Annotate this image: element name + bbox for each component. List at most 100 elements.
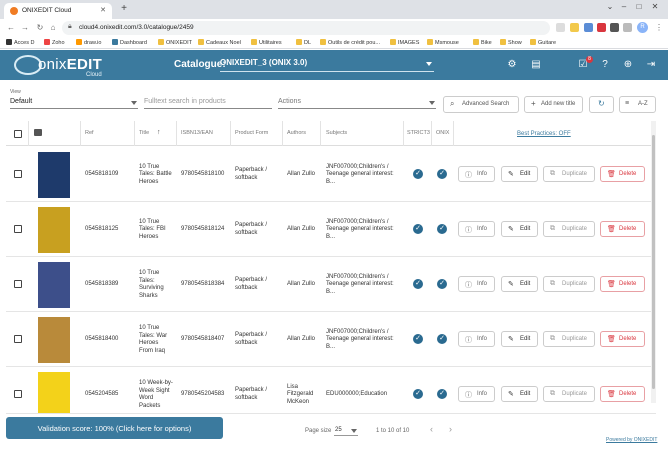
validation-score-button[interactable]: Validation score: 100% (Click here for o… [6,417,223,439]
bookmark[interactable]: Guitare [530,39,556,46]
extension-icon[interactable] [584,23,593,32]
catalogue-select[interactable]: ONIXEDIT_3 (ONIX 3.0) [220,58,434,72]
bookmark[interactable]: Outils de crédit pou... [320,39,380,46]
logout-icon[interactable]: ⇥ [645,59,657,71]
delete-button[interactable]: 🗑︎ Delete [600,331,645,347]
book-cover-image[interactable] [38,152,70,198]
advanced-search-button[interactable]: ⌕ Advanced Search [443,96,519,113]
maximize-icon[interactable]: □ [632,2,646,11]
actions-select[interactable]: Actions [278,97,436,109]
title-cell[interactable]: 10 True Tales: Battle Heroes [139,164,172,187]
profile-avatar[interactable]: R [637,22,648,33]
duplicate-button[interactable]: ⧉ Duplicate [543,331,595,347]
extension-icon[interactable] [597,23,606,32]
column-strict3[interactable]: STRICT3 [407,130,430,136]
table-row[interactable]: 0545818109 10 True Tales: Battle Heroes 9780… [6,147,656,202]
bookmark[interactable]: Msmouse [427,39,459,46]
delete-button[interactable]: 🗑︎ Delete [600,386,645,402]
book-cover-image[interactable] [38,262,70,308]
duplicate-button[interactable]: ⧉ Duplicate [543,276,595,292]
bookmark[interactable]: Cadeaux Noel [198,39,241,46]
row-checkbox[interactable] [14,335,22,343]
bookmark[interactable]: DL [296,39,311,46]
browser-tab[interactable]: ONIXEDIT Cloud ✕ [4,3,112,19]
home-icon[interactable]: ⌂ [48,23,58,33]
globe-icon[interactable]: ⊕ [622,59,634,71]
fulltext-search-input[interactable]: Fulltext search in products [144,97,272,109]
book-cover-image[interactable] [38,317,70,363]
bookmark[interactable]: IMAGES [390,39,419,46]
chat-icon[interactable]: ▤ [530,59,542,71]
next-page-icon[interactable]: › [449,424,452,434]
column-title[interactable]: Title [139,130,149,136]
duplicate-button[interactable]: ⧉ Duplicate [543,386,595,402]
info-button[interactable]: ⓘ Info [458,276,495,292]
title-cell[interactable]: 10 True Tales: War Heroes From Iraq [139,325,167,355]
column-authors[interactable]: Authors [287,130,306,136]
book-cover-image[interactable] [38,372,70,413]
column-onix[interactable]: ONIX [436,130,449,136]
bookmark[interactable]: draw.io [76,39,101,46]
minimize-icon[interactable]: – [617,2,631,11]
help-icon[interactable]: ? [599,59,611,71]
sidebar-icon[interactable] [623,23,632,32]
onixedit-logo[interactable]: onixEDIT Cloud [14,54,134,78]
reload-icon[interactable]: ↻ [35,23,45,33]
table-row[interactable]: 0545818125 10 True Tales: FBI Heroes 9780545… [6,202,656,257]
menu-icon[interactable]: ⋮ [654,23,664,33]
edit-button[interactable]: ✎ Edit [501,331,538,347]
table-row[interactable]: 0545818389 10 True Tales: Surviving Sharks 97… [6,257,656,312]
column-isbn[interactable]: ISBN13/EAN [181,130,213,136]
column-product-form[interactable]: Product Form [235,130,268,136]
edit-button[interactable]: ✎ Edit [501,386,538,402]
edit-button[interactable]: ✎ Edit [501,166,538,182]
best-practices-toggle-link[interactable]: Best Practices: OFF [517,131,571,137]
duplicate-button[interactable]: ⧉ Duplicate [543,166,595,182]
column-ref[interactable]: Ref [85,130,94,136]
bookmark[interactable]: Dashboard [112,39,147,46]
view-select[interactable]: Default [10,97,138,109]
row-checkbox[interactable] [14,225,22,233]
table-row[interactable]: 0545818400 10 True Tales: War Heroes From Ir… [6,312,656,367]
edit-button[interactable]: ✎ Edit [501,221,538,237]
info-button[interactable]: ⓘ Info [458,386,495,402]
close-tab-icon[interactable]: ✕ [100,6,106,14]
new-tab-button[interactable]: + [118,3,130,15]
close-window-icon[interactable]: ✕ [648,2,662,11]
title-cell[interactable]: 10 Week-by- Week Sight Word Packets [139,380,173,410]
row-checkbox[interactable] [14,390,22,398]
row-checkbox[interactable] [14,170,22,178]
select-all-checkbox[interactable] [14,130,22,138]
bookmark[interactable]: Zoho [44,39,65,46]
forward-icon[interactable]: → [20,23,30,33]
delete-button[interactable]: 🗑︎ Delete [600,276,645,292]
table-row[interactable]: 0545204585 10 Week-by- Week Sight Word Packe… [6,367,656,414]
bookmark[interactable]: Bike [473,39,492,46]
puzzle-icon[interactable] [610,23,619,32]
powered-by-link[interactable]: Powered by ONIXEDIT [606,437,657,443]
refresh-button[interactable]: ↻ [589,96,614,113]
edit-button[interactable]: ✎ Edit [501,276,538,292]
page-size-select[interactable]: 25 [334,425,358,436]
back-icon[interactable]: ← [6,23,16,33]
book-cover-image[interactable] [38,207,70,253]
scrollbar-thumb[interactable] [652,135,655,389]
url-field[interactable]: 🔒︎ cloud4.onixedit.com/3.0/catalogue/245… [62,21,550,35]
column-subjects[interactable]: Subjects [326,130,347,136]
info-button[interactable]: ⓘ Info [458,221,495,237]
add-new-title-button[interactable]: + Add new title [524,96,583,113]
delete-button[interactable]: 🗑︎ Delete [600,221,645,237]
info-button[interactable]: ⓘ Info [458,331,495,347]
previous-page-icon[interactable]: ‹ [430,424,433,434]
share-icon[interactable] [556,23,565,32]
settings-gear-icon[interactable]: ⚙ [506,59,518,71]
sort-button[interactable]: ≡ A-Z [619,96,656,113]
bookmark[interactable]: Utilitaires [251,39,282,46]
bookmark[interactable]: Acces D [6,39,34,46]
row-checkbox[interactable] [14,280,22,288]
title-cell[interactable]: 10 True Tales: Surviving Sharks [139,270,164,300]
title-cell[interactable]: 10 True Tales: FBI Heroes [139,219,166,242]
duplicate-button[interactable]: ⧉ Duplicate [543,221,595,237]
chevron-down-icon[interactable]: ⌄ [603,2,617,11]
bookmark[interactable]: Show [500,39,522,46]
